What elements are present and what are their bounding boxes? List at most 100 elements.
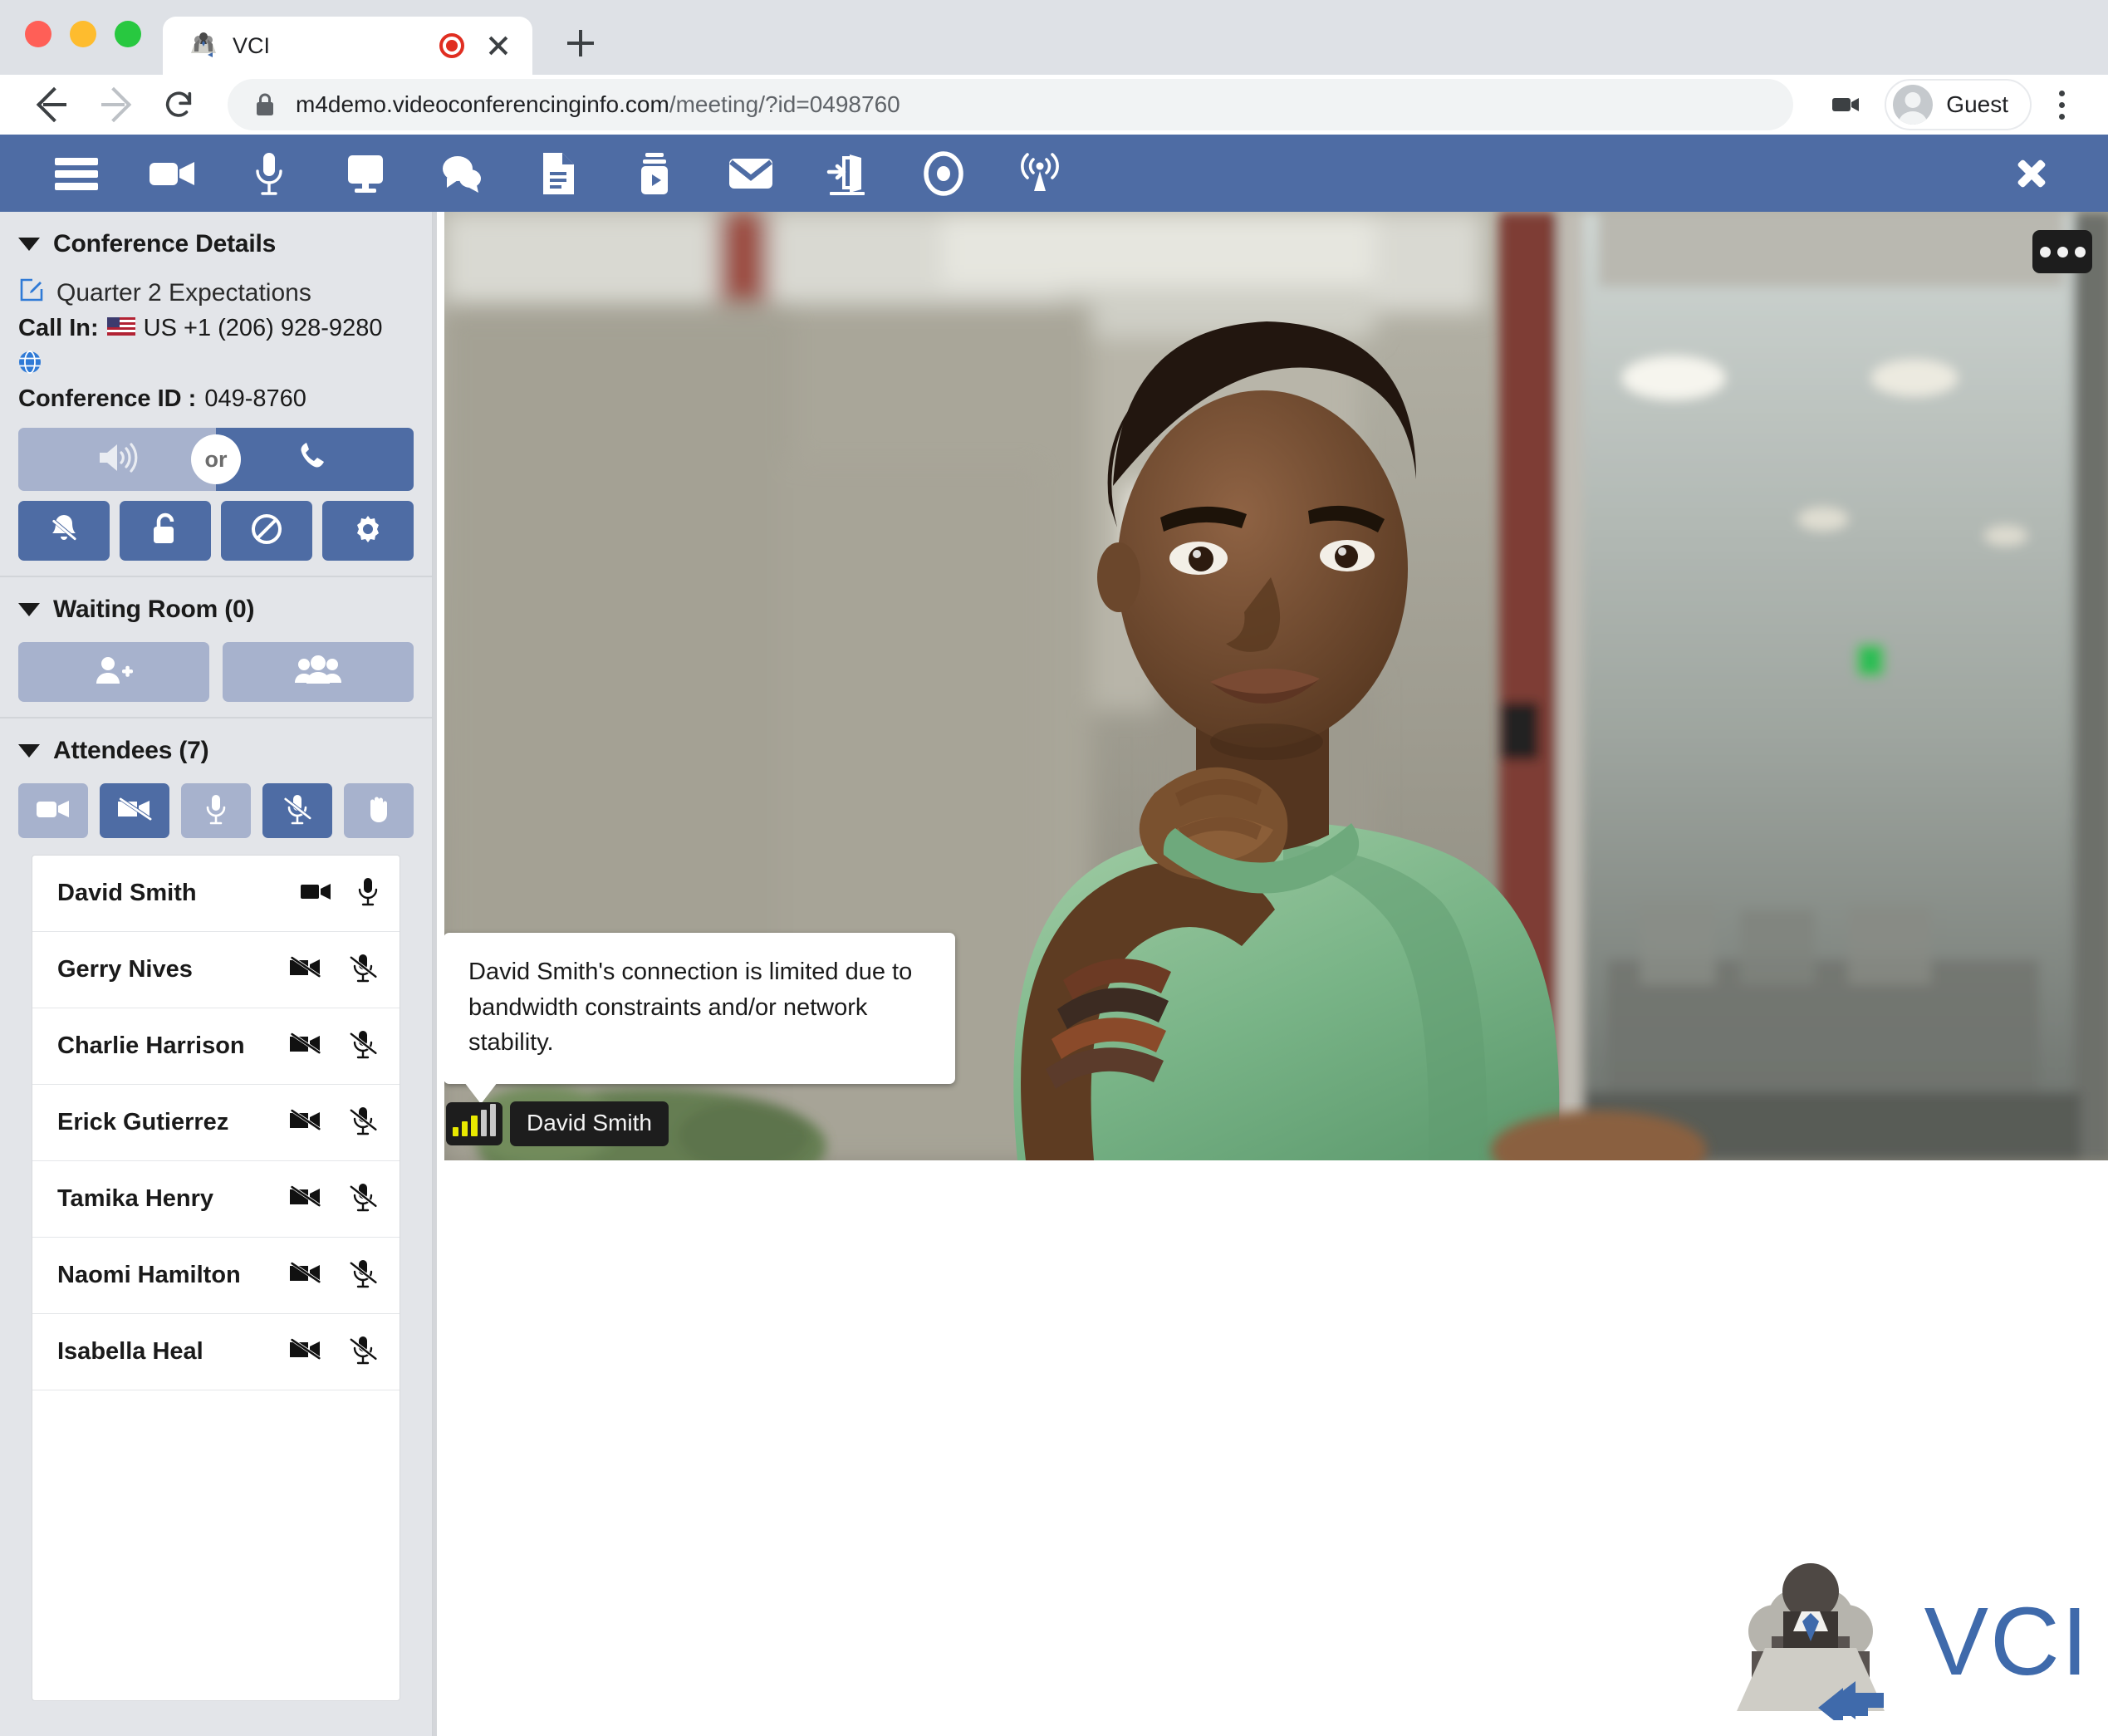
attendee-row[interactable]: Gerry Nives bbox=[32, 932, 400, 1008]
or-separator: or bbox=[191, 434, 241, 484]
attendees-header[interactable]: Attendees (7) bbox=[18, 737, 414, 765]
speaker-icon bbox=[96, 440, 139, 479]
microphone-icon[interactable] bbox=[221, 135, 317, 212]
attendee-row[interactable]: Charlie Harrison bbox=[32, 1008, 400, 1085]
waiting-room-header[interactable]: Waiting Room (0) bbox=[18, 596, 414, 624]
document-icon[interactable] bbox=[510, 135, 606, 212]
chat-bubbles-icon[interactable] bbox=[414, 135, 510, 212]
forward-button[interactable] bbox=[88, 77, 143, 132]
close-icon[interactable] bbox=[484, 32, 512, 60]
window-traffic-lights bbox=[25, 21, 163, 75]
conference-table-icon bbox=[188, 30, 219, 61]
caret-down-icon[interactable] bbox=[18, 744, 40, 758]
media-play-icon[interactable] bbox=[606, 135, 703, 212]
attendee-row[interactable]: Naomi Hamilton bbox=[32, 1238, 400, 1314]
no-entry-icon bbox=[249, 512, 284, 551]
video-camera-icon[interactable] bbox=[300, 880, 333, 907]
broadcast-antenna-icon[interactable] bbox=[992, 135, 1088, 212]
camera-icon[interactable] bbox=[1826, 86, 1865, 124]
video-camera-slash-icon[interactable] bbox=[288, 1261, 323, 1290]
join-computer-audio-button[interactable] bbox=[18, 428, 216, 491]
microphone-slash-icon[interactable] bbox=[348, 1106, 378, 1140]
browser-tab[interactable]: VCI bbox=[163, 17, 532, 75]
attendee-name: Naomi Hamilton bbox=[57, 1262, 241, 1289]
video-more-options-button[interactable] bbox=[2032, 230, 2092, 273]
dial-in-button[interactable] bbox=[216, 428, 414, 491]
hamburger-menu-icon[interactable] bbox=[28, 135, 125, 212]
attendee-row[interactable]: Erick Gutierrez bbox=[32, 1085, 400, 1161]
microphone-slash-icon[interactable] bbox=[348, 1182, 378, 1216]
microphone-slash-icon[interactable] bbox=[348, 953, 378, 987]
back-button[interactable] bbox=[25, 77, 80, 132]
app-content: Conference Details Quarter 2 Expectation… bbox=[0, 212, 2108, 1736]
envelope-icon[interactable] bbox=[703, 135, 799, 212]
monitor-icon[interactable] bbox=[317, 135, 414, 212]
profile-chip[interactable]: Guest bbox=[1885, 79, 2032, 130]
conference-details-panel: Conference Details Quarter 2 Expectation… bbox=[0, 212, 432, 577]
tab-title: VCI bbox=[233, 32, 271, 58]
person-add-icon bbox=[94, 654, 134, 691]
mute-notifications-button[interactable] bbox=[18, 501, 110, 561]
attendee-name: Erick Gutierrez bbox=[57, 1109, 229, 1136]
video-camera-slash-icon bbox=[115, 796, 154, 826]
caret-down-icon[interactable] bbox=[18, 238, 40, 251]
video-camera-slash-icon[interactable] bbox=[288, 955, 323, 984]
video-camera-slash-icon[interactable] bbox=[288, 1108, 323, 1137]
unlocked-padlock-icon bbox=[150, 511, 181, 552]
waiting-room-buttons bbox=[18, 642, 414, 702]
attendees-panel: Attendees (7) David Smith Gerry Nives Ch… bbox=[0, 718, 432, 1736]
settings-button[interactable] bbox=[322, 501, 414, 561]
call-in-label: Call In: bbox=[18, 315, 99, 341]
attendee-list[interactable]: David Smith Gerry Nives Charlie Harrison Er… bbox=[32, 855, 400, 1701]
address-bar[interactable]: m4demo.videoconferencinginfo.com/meeting… bbox=[228, 79, 1794, 130]
attendee-filter-buttons bbox=[18, 783, 414, 838]
speaker-name-bar: David Smith bbox=[446, 1101, 669, 1146]
new-tab-button[interactable] bbox=[556, 18, 605, 68]
kebab-menu-icon[interactable] bbox=[2040, 79, 2083, 130]
lock-meeting-button[interactable] bbox=[120, 501, 211, 561]
people-group-icon bbox=[295, 655, 341, 689]
globe-icon[interactable] bbox=[18, 351, 42, 380]
url-domain: m4demo.videoconferencinginfo.com bbox=[296, 91, 669, 117]
mic-on-all-button[interactable] bbox=[181, 783, 251, 838]
minimize-window-button[interactable] bbox=[70, 21, 96, 47]
camera-on-all-button[interactable] bbox=[18, 783, 88, 838]
video-camera-slash-icon[interactable] bbox=[288, 1184, 323, 1214]
conference-details-header[interactable]: Conference Details bbox=[18, 230, 414, 258]
ellipsis-icon bbox=[2074, 246, 2086, 257]
maximize-window-button[interactable] bbox=[115, 21, 141, 47]
microphone-slash-icon[interactable] bbox=[348, 1258, 378, 1292]
close-window-button[interactable] bbox=[25, 21, 51, 47]
microphone-slash-icon[interactable] bbox=[348, 1335, 378, 1369]
signal-bars-icon[interactable] bbox=[446, 1102, 502, 1145]
app-toolbar bbox=[0, 135, 2108, 212]
record-circle-icon[interactable] bbox=[895, 135, 992, 212]
lower-hands-button[interactable] bbox=[344, 783, 414, 838]
conference-id-row: Conference ID : 049-8760 bbox=[18, 385, 414, 413]
attendee-name: Isabella Heal bbox=[57, 1338, 203, 1366]
camera-off-all-button[interactable] bbox=[100, 783, 169, 838]
video-camera-slash-icon[interactable] bbox=[288, 1032, 323, 1061]
microphone-slash-icon[interactable] bbox=[348, 1029, 378, 1063]
attendee-row[interactable]: Tamika Henry bbox=[32, 1161, 400, 1238]
admit-all-button[interactable] bbox=[223, 642, 414, 702]
exit-door-icon[interactable] bbox=[799, 135, 895, 212]
edit-pencil-icon[interactable] bbox=[18, 277, 45, 310]
close-x-icon[interactable] bbox=[1983, 135, 2080, 212]
recording-dot-icon[interactable] bbox=[439, 33, 464, 58]
admit-one-button[interactable] bbox=[18, 642, 209, 702]
reload-button[interactable] bbox=[151, 77, 206, 132]
video-camera-slash-icon[interactable] bbox=[288, 1337, 323, 1366]
waiting-room-panel: Waiting Room (0) bbox=[0, 577, 432, 718]
caret-down-icon[interactable] bbox=[18, 603, 40, 616]
video-tile[interactable]: David Smith's connection is limited due … bbox=[444, 212, 2108, 1160]
microphone-icon[interactable] bbox=[358, 876, 378, 910]
attendee-row[interactable]: David Smith bbox=[32, 856, 400, 932]
attendee-row[interactable]: Isabella Heal bbox=[32, 1314, 400, 1390]
ellipsis-icon bbox=[2057, 246, 2068, 257]
sidebar: Conference Details Quarter 2 Expectation… bbox=[0, 212, 433, 1736]
mic-off-all-button[interactable] bbox=[262, 783, 332, 838]
block-button[interactable] bbox=[221, 501, 312, 561]
attendees-title: Attendees (7) bbox=[53, 737, 209, 764]
video-camera-icon[interactable] bbox=[125, 135, 221, 212]
